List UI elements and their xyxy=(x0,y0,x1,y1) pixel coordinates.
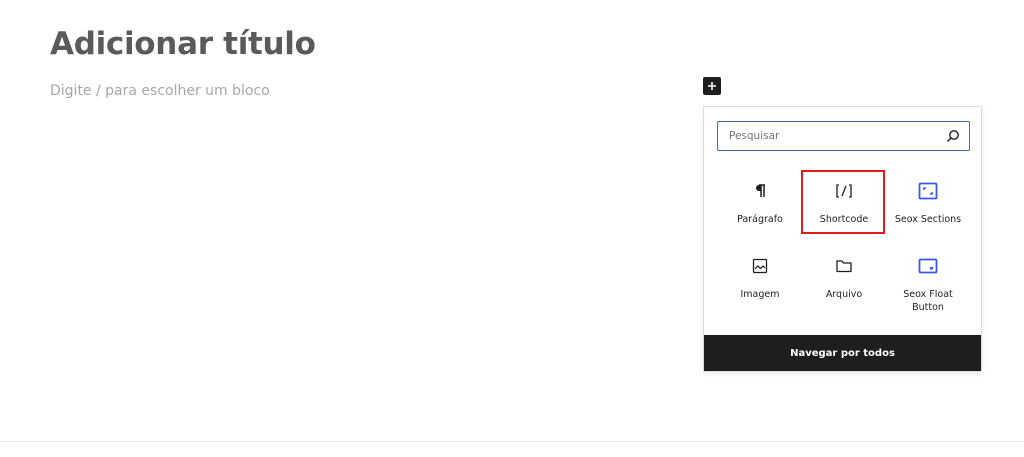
block-search xyxy=(717,121,970,151)
block-label: Imagem xyxy=(740,289,780,300)
image-icon xyxy=(752,256,768,276)
block-label: Seox Float Button xyxy=(903,289,953,313)
search-icon[interactable] xyxy=(946,129,960,143)
paragraph-icon xyxy=(753,181,767,201)
block-item-file[interactable]: Arquivo xyxy=(802,244,886,319)
block-label: Arquivo xyxy=(825,289,863,300)
seox-float-button-icon xyxy=(918,256,938,276)
browse-all-button[interactable]: Navegar por todos xyxy=(704,335,981,371)
block-placeholder[interactable]: Digite / para escolher um bloco xyxy=(50,83,270,99)
block-item-shortcode[interactable]: Shortcode xyxy=(801,169,886,244)
block-item-seox-float-button[interactable]: Seox Float Button xyxy=(886,244,970,319)
block-grid: Parágrafo Shortcode Seox Sections Imagem… xyxy=(718,169,970,319)
block-label: Seox Sections xyxy=(894,214,962,225)
plus-icon xyxy=(708,82,716,90)
seox-sections-icon xyxy=(918,181,938,201)
folder-icon xyxy=(835,256,853,276)
block-item-paragraph[interactable]: Parágrafo xyxy=(718,169,802,244)
block-inserter-popover: Parágrafo Shortcode Seox Sections xyxy=(703,106,982,372)
shortcode-icon xyxy=(835,181,853,201)
block-search-input[interactable] xyxy=(718,121,946,151)
block-item-seox-sections[interactable]: Seox Sections xyxy=(886,169,970,244)
block-label: Shortcode xyxy=(819,214,869,225)
block-label: Parágrafo xyxy=(737,214,783,225)
post-title-placeholder[interactable]: Adicionar título xyxy=(50,26,316,62)
inserter-toggle-button[interactable] xyxy=(703,77,721,95)
footer-divider xyxy=(0,441,1024,442)
block-item-image[interactable]: Imagem xyxy=(718,244,802,319)
